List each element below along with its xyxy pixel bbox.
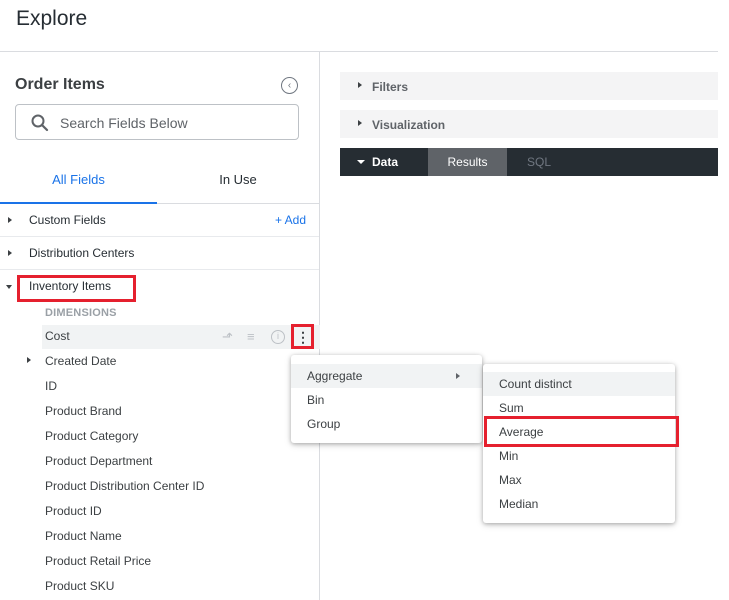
dimensions-heading: DIMENSIONS [45,307,117,319]
data-tabs-bar: Data Results SQL [340,148,718,176]
field-item-product-distribution-center-id[interactable]: Product Distribution Center ID [45,479,204,493]
submenu-item-max[interactable]: Max [483,468,675,492]
group-custom-fields[interactable]: Custom Fields + Add [0,204,319,237]
menu-item-label: Aggregate [307,369,363,383]
page-title: Explore [16,7,88,30]
highlight-more-button [291,324,314,349]
filters-section[interactable]: Filters [340,72,718,100]
submenu-item-count-distinct[interactable]: Count distinct [483,372,675,396]
tab-data[interactable]: Data [354,148,424,176]
field-item-product-brand[interactable]: Product Brand [45,404,122,418]
field-item-created-date[interactable]: Created Date [45,354,116,368]
submenu-item-median[interactable]: Median [483,492,675,516]
expand-arrow-icon [27,357,31,363]
highlight-inventory-items [17,275,136,302]
visualization-label: Visualization [372,118,446,132]
field-item-cost[interactable]: Cost [45,329,70,343]
expand-arrow-icon [358,120,362,126]
tab-in-use[interactable]: In Use [157,164,319,204]
field-picker: Order Items ‹ All Fields In Use Custom F… [0,52,320,600]
collapse-arrow-icon [6,285,12,289]
explore-name: Order Items [15,76,105,93]
info-icon[interactable]: i [271,330,285,344]
tab-results[interactable]: Results [428,148,507,176]
field-item-product-department[interactable]: Product Department [45,454,152,468]
collapse-icon[interactable]: ‹ [281,77,298,94]
group-label: Custom Fields [29,213,106,227]
field-context-menu: Aggregate Bin Group [291,355,482,443]
expand-arrow-icon [358,82,362,88]
menu-item-aggregate[interactable]: Aggregate [291,364,482,388]
field-item-product-sku[interactable]: Product SKU [45,579,114,593]
search-input[interactable] [60,112,290,134]
menu-item-group[interactable]: Group [291,412,482,436]
tab-all-fields[interactable]: All Fields [0,164,157,204]
tab-sql[interactable]: SQL [527,148,567,176]
field-item-id[interactable]: ID [45,379,57,393]
filters-label: Filters [372,80,409,94]
field-item-product-name[interactable]: Product Name [45,529,122,543]
search-icon [31,114,49,132]
field-row-cost[interactable]: ⬏ ≡ i [42,325,320,349]
submenu-arrow-icon [456,373,460,379]
add-custom-field-link[interactable]: + Add [275,213,306,227]
highlight-average [484,416,679,447]
pivot-icon[interactable]: ⬏ [222,329,233,345]
expand-arrow-icon [8,217,12,223]
app-header: Explore [0,0,718,52]
field-item-product-retail-price[interactable]: Product Retail Price [45,554,151,568]
field-item-product-id[interactable]: Product ID [45,504,102,518]
menu-item-bin[interactable]: Bin [291,388,482,412]
filter-icon[interactable]: ≡ [247,329,255,344]
group-label: Distribution Centers [29,246,135,260]
submenu-item-min[interactable]: Min [483,444,675,468]
visualization-section[interactable]: Visualization [340,110,718,138]
group-distribution-centers[interactable]: Distribution Centers [0,237,319,270]
field-item-product-category[interactable]: Product Category [45,429,138,443]
expand-arrow-icon [8,250,12,256]
search-box[interactable] [15,104,299,140]
